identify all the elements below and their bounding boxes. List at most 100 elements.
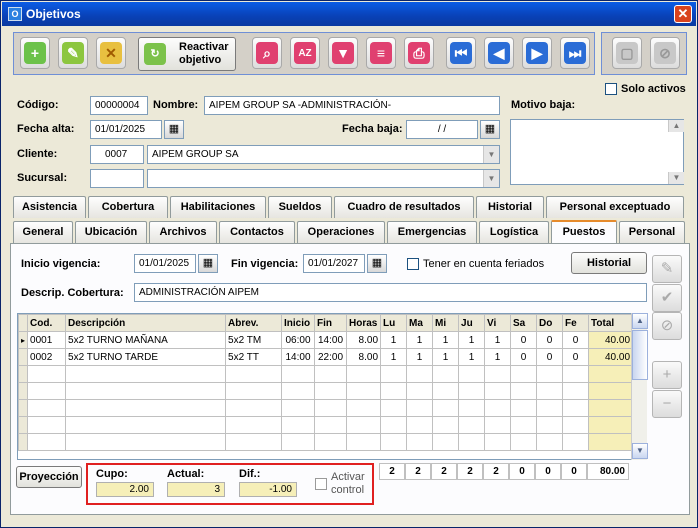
table-cell[interactable] — [484, 365, 512, 383]
table-cell[interactable]: 0002 — [27, 348, 67, 366]
table-cell[interactable]: 5x2 TURNO TARDE — [65, 348, 227, 366]
table-cell[interactable] — [588, 365, 634, 383]
tab-asistencia[interactable]: Asistencia — [13, 196, 86, 218]
table-cell[interactable]: 1 — [406, 331, 434, 349]
table-cell[interactable] — [27, 399, 67, 417]
activar-control-checkbox[interactable] — [315, 478, 327, 490]
table-cell[interactable] — [432, 416, 460, 434]
sucursal-code-field[interactable] — [90, 169, 144, 188]
actual-field[interactable]: 3 — [167, 482, 225, 497]
inicio-calendar-icon[interactable]: ▦ — [198, 254, 218, 273]
tab-emergencias[interactable]: Emergencias — [387, 221, 477, 243]
tab-general[interactable]: General — [13, 221, 73, 243]
table-cell[interactable] — [380, 433, 408, 451]
table-cell[interactable] — [536, 399, 564, 417]
print-button[interactable]: ⎙ — [404, 37, 434, 69]
table-row[interactable] — [18, 382, 634, 400]
col-horas[interactable]: Horas — [346, 314, 382, 332]
table-cell[interactable]: 0 — [510, 331, 538, 349]
table-cell[interactable] — [225, 365, 283, 383]
col-abrev[interactable]: Abrev. — [225, 314, 283, 332]
table-cell[interactable] — [536, 416, 564, 434]
col-ma[interactable]: Ma — [406, 314, 434, 332]
tab-sueldos[interactable]: Sueldos — [268, 196, 332, 218]
reactivar-objetivo-button[interactable]: ↻ Reactivar objetivo — [138, 37, 236, 71]
tab-personal-exceptuado[interactable]: Personal exceptuado — [546, 196, 684, 218]
table-cell[interactable] — [314, 416, 348, 434]
close-button[interactable]: ✕ — [674, 5, 692, 23]
fecha-alta-calendar-icon[interactable]: ▦ — [164, 120, 184, 139]
table-cell[interactable] — [346, 382, 382, 400]
sort-button[interactable]: AZ — [290, 37, 320, 69]
grid-cancel-button[interactable]: ⊘ — [652, 312, 682, 340]
tab-cuadro-resultados[interactable]: Cuadro de resultados — [334, 196, 474, 218]
table-cell[interactable] — [484, 382, 512, 400]
table-cell[interactable] — [314, 399, 348, 417]
table-cell[interactable] — [65, 416, 227, 434]
filter-button[interactable]: ▼ — [328, 37, 358, 69]
table-cell[interactable] — [406, 433, 434, 451]
table-cell[interactable] — [406, 382, 434, 400]
table-cell[interactable]: 1 — [458, 348, 486, 366]
table-cell[interactable]: 0 — [536, 348, 564, 366]
table-row[interactable]: ▸ 0001 5x2 TURNO MAÑANA 5x2 TM 06:00 14:00 8.0… — [18, 331, 634, 349]
table-cell[interactable] — [346, 365, 382, 383]
fecha-baja-calendar-icon[interactable]: ▦ — [480, 120, 500, 139]
table-row[interactable] — [18, 365, 634, 383]
table-cell[interactable] — [588, 399, 634, 417]
table-cell[interactable]: 1 — [484, 348, 512, 366]
table-cell[interactable]: 0 — [536, 331, 564, 349]
table-cell[interactable] — [432, 365, 460, 383]
col-ju[interactable]: Ju — [458, 314, 486, 332]
cancel-disabled-button[interactable]: ⊘ — [650, 37, 680, 69]
table-cell[interactable] — [484, 433, 512, 451]
table-cell[interactable] — [27, 433, 67, 451]
cliente-dropdown-arrow[interactable]: ▼ — [483, 146, 499, 163]
motivo-baja-field[interactable] — [510, 119, 684, 185]
table-cell[interactable] — [314, 382, 348, 400]
first-record-button[interactable]: ⏮ — [446, 37, 476, 69]
inicio-vigencia-field[interactable]: 01/01/2025 — [134, 254, 196, 273]
col-fe[interactable]: Fe — [562, 314, 590, 332]
table-row[interactable]: 0002 5x2 TURNO TARDE 5x2 TT 14:00 22:00 8.00 1… — [18, 348, 634, 366]
table-cell[interactable] — [346, 433, 382, 451]
table-cell[interactable]: 0 — [562, 331, 590, 349]
table-cell[interactable]: 8.00 — [346, 348, 382, 366]
table-cell[interactable] — [406, 399, 434, 417]
motivo-scroll-up[interactable]: ▲ — [668, 120, 684, 132]
feriados-checkbox[interactable] — [407, 258, 419, 270]
col-fin[interactable]: Fin — [314, 314, 348, 332]
delete-button[interactable]: ✕ — [96, 37, 126, 69]
table-cell[interactable]: 1 — [432, 331, 460, 349]
table-cell[interactable]: 1 — [458, 331, 486, 349]
next-record-button[interactable]: ▶ — [522, 37, 552, 69]
table-cell[interactable]: 40.00 — [588, 348, 634, 366]
table-cell[interactable] — [346, 399, 382, 417]
tab-personal[interactable]: Personal — [619, 221, 685, 243]
grid-add-button[interactable]: + — [652, 361, 682, 389]
table-cell[interactable] — [65, 382, 227, 400]
add-button[interactable]: + — [20, 37, 50, 69]
table-cell[interactable] — [27, 365, 67, 383]
table-cell[interactable] — [458, 399, 486, 417]
table-cell[interactable]: 1 — [380, 348, 408, 366]
grid-scroll-down[interactable]: ▼ — [632, 443, 648, 459]
table-cell[interactable]: 0 — [510, 348, 538, 366]
table-cell[interactable]: 1 — [432, 348, 460, 366]
solo-activos-checkbox[interactable] — [605, 83, 617, 95]
table-cell[interactable] — [314, 365, 348, 383]
grid-confirm-button[interactable]: ✔ — [652, 284, 682, 312]
table-cell[interactable] — [380, 382, 408, 400]
fecha-baja-field[interactable]: / / — [406, 120, 478, 139]
codigo-field[interactable]: 00000004 — [90, 96, 148, 115]
cupo-field[interactable]: 2.00 — [96, 482, 154, 497]
tab-contactos[interactable]: Contactos — [219, 221, 295, 243]
table-cell[interactable]: 1 — [380, 331, 408, 349]
table-cell[interactable] — [510, 382, 538, 400]
table-cell[interactable] — [225, 382, 283, 400]
table-cell[interactable] — [562, 433, 590, 451]
table-cell[interactable] — [225, 433, 283, 451]
tab-operaciones[interactable]: Operaciones — [297, 221, 385, 243]
table-cell[interactable]: 06:00 — [281, 331, 316, 349]
table-cell[interactable] — [484, 399, 512, 417]
